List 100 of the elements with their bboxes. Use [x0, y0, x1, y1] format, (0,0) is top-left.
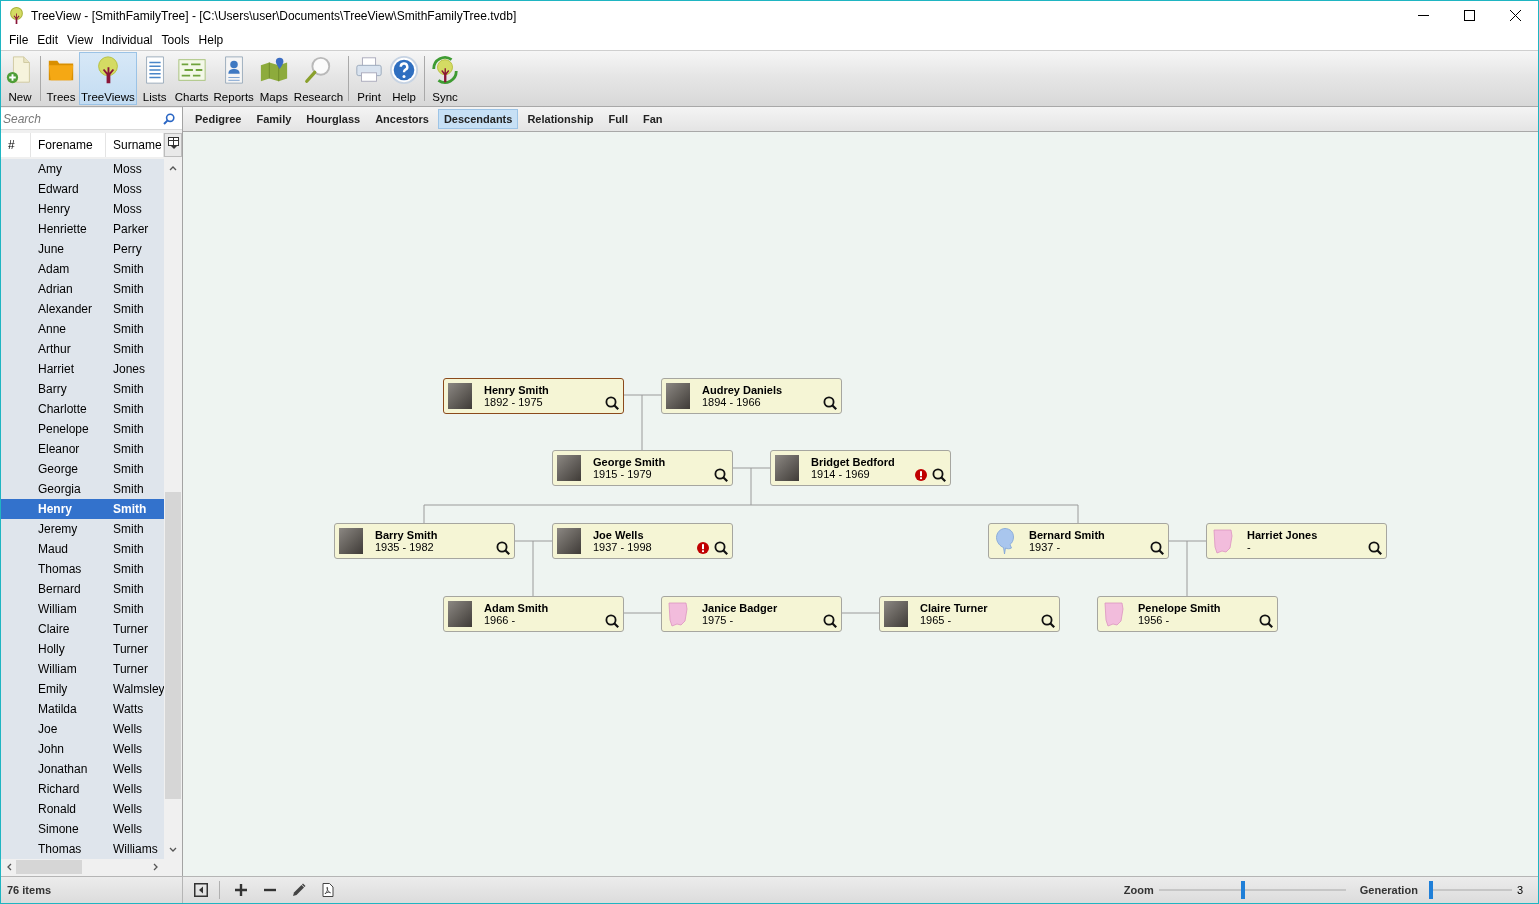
person-card[interactable]: Bridget Bedford 1914 - 1969 [770, 450, 951, 486]
person-card[interactable]: Barry Smith 1935 - 1982 [334, 523, 515, 559]
person-card[interactable]: Janice Badger 1975 - [661, 596, 842, 632]
scrollbar-thumb[interactable] [165, 492, 181, 799]
list-row[interactable]: Holly Turner [1, 639, 164, 659]
list-row[interactable]: Amy Moss [1, 159, 164, 179]
view-tab[interactable]: Family [250, 109, 298, 129]
list-row[interactable]: Joe Wells [1, 719, 164, 739]
list-row[interactable]: Henry Smith [1, 499, 164, 519]
search-icon[interactable] [163, 113, 175, 125]
list-row[interactable]: Thomas Smith [1, 559, 164, 579]
magnifier-icon[interactable] [714, 468, 728, 482]
column-header[interactable]: # [1, 133, 31, 157]
magnifier-icon[interactable] [605, 396, 619, 410]
magnifier-icon[interactable] [1259, 614, 1273, 628]
view-tab[interactable]: Full [602, 109, 634, 129]
list-row[interactable]: Bernard Smith [1, 579, 164, 599]
toolbar-button[interactable]: Lists [137, 52, 172, 105]
pdf-document-icon[interactable] [321, 883, 335, 897]
list-row[interactable]: Penelope Smith [1, 419, 164, 439]
person-card[interactable]: Bernard Smith 1937 - [988, 523, 1169, 559]
search-field[interactable]: Search [1, 108, 182, 130]
menu-item[interactable]: File [5, 33, 33, 47]
magnifier-icon[interactable] [496, 541, 510, 555]
chevron-up-icon[interactable] [169, 165, 177, 171]
menu-item[interactable]: View [63, 33, 97, 47]
list-row[interactable]: Barry Smith [1, 379, 164, 399]
list-row[interactable]: Edward Moss [1, 179, 164, 199]
list-row[interactable]: Emily Walmsley [1, 679, 164, 699]
list-row[interactable]: Anne Smith [1, 319, 164, 339]
magnifier-icon[interactable] [1368, 541, 1382, 555]
toolbar-button[interactable]: Research [291, 52, 346, 105]
magnifier-icon[interactable] [932, 468, 946, 482]
list-row[interactable]: Jonathan Wells [1, 759, 164, 779]
person-card[interactable]: George Smith 1915 - 1979 [552, 450, 733, 486]
chevron-left-icon[interactable] [6, 863, 12, 871]
list-row[interactable]: Henriette Parker [1, 219, 164, 239]
view-tab[interactable]: Ancestors [369, 109, 435, 129]
magnifier-icon[interactable] [1150, 541, 1164, 555]
list-row[interactable]: George Smith [1, 459, 164, 479]
toolbar-button[interactable]: Help [387, 52, 422, 105]
magnifier-icon[interactable] [823, 396, 837, 410]
person-card[interactable]: Penelope Smith 1956 - [1097, 596, 1278, 632]
person-card[interactable]: Joe Wells 1937 - 1998 [552, 523, 733, 559]
toolbar-button[interactable]: New [3, 52, 37, 105]
list-row[interactable]: Claire Turner [1, 619, 164, 639]
view-tab[interactable]: Fan [637, 109, 669, 129]
plus-icon[interactable] [234, 883, 248, 897]
person-card[interactable]: Claire Turner 1965 - [879, 596, 1060, 632]
collapse-panel-icon[interactable] [194, 883, 208, 897]
menu-item[interactable]: Tools [157, 33, 194, 47]
list-row[interactable]: Simone Wells [1, 819, 164, 839]
view-tab[interactable]: Descendants [437, 109, 519, 129]
list-row[interactable]: Adam Smith [1, 259, 164, 279]
list-row[interactable]: Ronald Wells [1, 799, 164, 819]
scrollbar-thumb[interactable] [16, 860, 82, 874]
view-tab[interactable]: Relationship [521, 109, 600, 129]
person-card[interactable]: Adam Smith 1966 - [443, 596, 624, 632]
list-row[interactable]: Maud Smith [1, 539, 164, 559]
magnifier-icon[interactable] [823, 614, 837, 628]
view-tab[interactable]: Pedigree [189, 109, 248, 129]
list-row[interactable]: June Perry [1, 239, 164, 259]
list-row[interactable]: William Smith [1, 599, 164, 619]
person-card[interactable]: Henry Smith 1892 - 1975 [443, 378, 624, 414]
toolbar-button[interactable]: Reports [211, 52, 256, 105]
toolbar-button[interactable]: Sync [428, 52, 463, 105]
column-chooser-button[interactable] [164, 133, 182, 157]
list-row[interactable]: John Wells [1, 739, 164, 759]
magnifier-icon[interactable] [714, 541, 728, 555]
slider-thumb[interactable] [1429, 881, 1434, 899]
menu-item[interactable]: Edit [33, 33, 63, 47]
column-header[interactable]: Forename [31, 133, 106, 157]
list-row[interactable]: Eleanor Smith [1, 439, 164, 459]
list-row[interactable]: William Turner [1, 659, 164, 679]
list-row[interactable]: Charlotte Smith [1, 399, 164, 419]
person-card[interactable]: Harriet Jones - [1206, 523, 1387, 559]
chevron-right-icon[interactable] [153, 863, 159, 871]
list-row[interactable]: Jeremy Smith [1, 519, 164, 539]
pencil-icon[interactable] [292, 883, 306, 897]
toolbar-button[interactable]: Maps [256, 52, 291, 105]
list-row[interactable]: Henry Moss [1, 199, 164, 219]
toolbar-button[interactable]: Charts [172, 52, 211, 105]
menu-item[interactable]: Individual [97, 33, 157, 47]
slider-thumb[interactable] [1240, 881, 1245, 899]
toolbar-button[interactable]: Trees [44, 52, 78, 105]
toolbar-button[interactable]: Print [352, 52, 387, 105]
list-row[interactable]: Thomas Williams [1, 839, 164, 859]
magnifier-icon[interactable] [1041, 614, 1055, 628]
menu-item[interactable]: Help [194, 33, 228, 47]
list-row[interactable]: Adrian Smith [1, 279, 164, 299]
person-card[interactable]: Audrey Daniels 1894 - 1966 [661, 378, 842, 414]
toolbar-button[interactable]: TreeViews [79, 52, 137, 105]
chevron-down-icon[interactable] [169, 847, 177, 853]
list-row[interactable]: Harriet Jones [1, 359, 164, 379]
view-tab[interactable]: Hourglass [300, 109, 367, 129]
list-row[interactable]: Alexander Smith [1, 299, 164, 319]
list-row[interactable]: Arthur Smith [1, 339, 164, 359]
list-row[interactable]: Georgia Smith [1, 479, 164, 499]
magnifier-icon[interactable] [605, 614, 619, 628]
list-row[interactable]: Richard Wells [1, 779, 164, 799]
